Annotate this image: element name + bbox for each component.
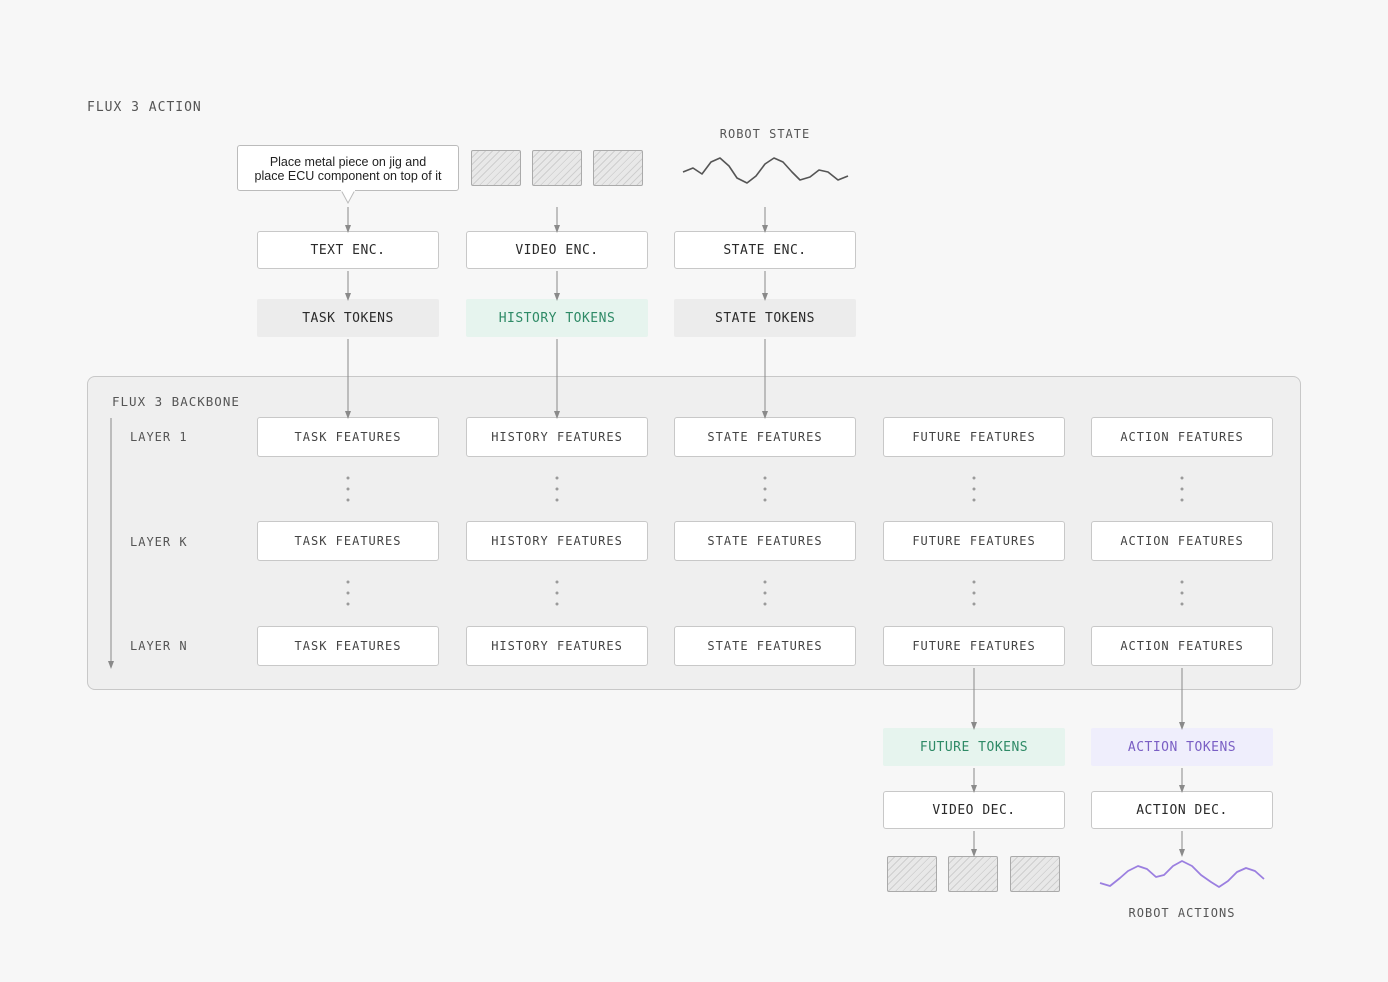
backbone-title: FLUX 3 BACKBONE xyxy=(112,394,240,409)
future-tokens: FUTURE TOKENS xyxy=(883,728,1065,766)
history-features-layer-n: HISTORY FEATURES xyxy=(466,626,648,666)
task-features-layer-n: TASK FEATURES xyxy=(257,626,439,666)
video-encoder: VIDEO ENC. xyxy=(466,231,648,269)
robot-state-waveform-icon xyxy=(682,157,849,184)
action-features-layer-k: ACTION FEATURES xyxy=(1091,521,1273,561)
history-features-layer-1: HISTORY FEATURES xyxy=(466,417,648,457)
prompt-bubble: Place metal piece on jig and place ECU c… xyxy=(237,145,459,191)
action-tokens: ACTION TOKENS xyxy=(1091,728,1273,766)
robot-actions-label: ROBOT ACTIONS xyxy=(1128,906,1236,920)
future-frame-thumbnail xyxy=(887,856,937,892)
task-tokens: TASK TOKENS xyxy=(257,299,439,337)
future-frame-thumbnail xyxy=(948,856,998,892)
history-frame-thumbnail xyxy=(593,150,643,186)
layer-label-k: LAYER K xyxy=(130,535,188,549)
history-tokens: HISTORY TOKENS xyxy=(466,299,648,337)
robot-actions-waveform-icon xyxy=(1099,860,1265,888)
diagram-title: FLUX 3 ACTION xyxy=(87,100,202,115)
bubble-tail-icon xyxy=(340,189,356,205)
future-features-layer-1: FUTURE FEATURES xyxy=(883,417,1065,457)
prompt-line-2: place ECU component on top of it xyxy=(254,169,442,183)
prompt-line-1: Place metal piece on jig and xyxy=(269,155,427,169)
action-decoder: ACTION DEC. xyxy=(1091,791,1273,829)
state-features-layer-1: STATE FEATURES xyxy=(674,417,856,457)
future-features-layer-k: FUTURE FEATURES xyxy=(883,521,1065,561)
history-frame-thumbnail xyxy=(532,150,582,186)
history-frame-thumbnail xyxy=(471,150,521,186)
video-decoder: VIDEO DEC. xyxy=(883,791,1065,829)
state-features-layer-n: STATE FEATURES xyxy=(674,626,856,666)
action-features-layer-1: ACTION FEATURES xyxy=(1091,417,1273,457)
state-encoder: STATE ENC. xyxy=(674,231,856,269)
robot-state-label: ROBOT STATE xyxy=(719,127,811,141)
task-features-layer-1: TASK FEATURES xyxy=(257,417,439,457)
state-tokens: STATE TOKENS xyxy=(674,299,856,337)
state-features-layer-k: STATE FEATURES xyxy=(674,521,856,561)
task-features-layer-k: TASK FEATURES xyxy=(257,521,439,561)
future-frame-thumbnail xyxy=(1010,856,1060,892)
history-features-layer-k: HISTORY FEATURES xyxy=(466,521,648,561)
future-features-layer-n: FUTURE FEATURES xyxy=(883,626,1065,666)
layer-label-1: LAYER 1 xyxy=(130,430,188,444)
text-encoder: TEXT ENC. xyxy=(257,231,439,269)
action-features-layer-n: ACTION FEATURES xyxy=(1091,626,1273,666)
layer-label-n: LAYER N xyxy=(130,639,188,653)
